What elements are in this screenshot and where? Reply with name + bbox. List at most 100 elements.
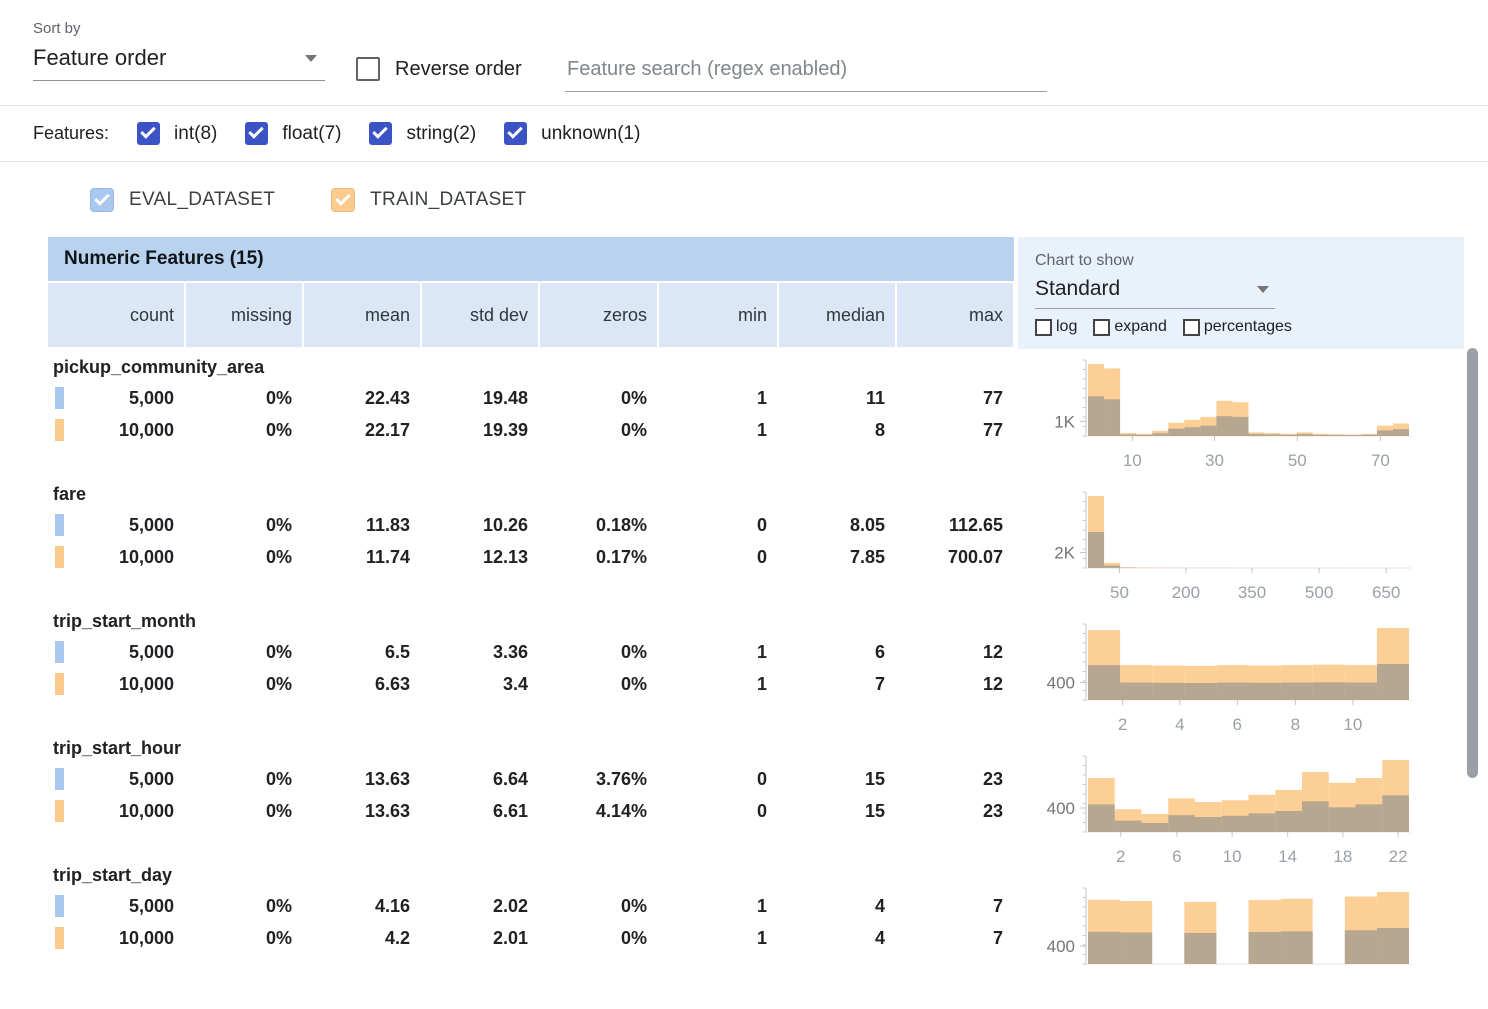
stat-value: 0% <box>266 928 292 949</box>
dataset-swatch-train <box>55 546 64 568</box>
vertical-scrollbar-thumb[interactable] <box>1467 348 1478 778</box>
dataset-checkbox[interactable] <box>331 188 355 212</box>
stat-value: 7.85 <box>850 547 885 568</box>
hist-bar <box>1382 795 1409 832</box>
chart-option[interactable]: percentages <box>1183 318 1292 336</box>
stat-cell: 12.13 <box>422 541 538 573</box>
stat-cell: 7.85 <box>779 541 895 573</box>
overview-main: Numeric Features (15) countmissingmeanst… <box>0 237 1488 1009</box>
svg-text:8: 8 <box>1291 715 1300 734</box>
feature-histogram-block: 1K10305070 <box>1018 354 1464 481</box>
hist-bar <box>1216 416 1232 436</box>
feature-type-filter-item: unknown(1) <box>504 122 640 145</box>
hist-bar <box>1120 933 1152 965</box>
hist-bar <box>1275 811 1302 832</box>
hist-bar <box>1136 435 1152 436</box>
chart-option-checkboxes: log expand percentages <box>1035 318 1464 336</box>
stat-cell: 0% <box>186 541 302 573</box>
hist-bar <box>1088 804 1115 832</box>
stat-value: 7 <box>993 896 1003 917</box>
stat-cell: 6.61 <box>422 795 538 827</box>
stat-cell: 3.4 <box>422 668 538 700</box>
stat-value: 15 <box>865 769 885 790</box>
hist-bar <box>1356 804 1383 832</box>
chart-option[interactable]: log <box>1035 318 1077 336</box>
stat-cell: 10,000 <box>48 795 184 827</box>
feature-type-checkbox[interactable] <box>504 122 527 145</box>
feature-type-checkbox[interactable] <box>245 122 268 145</box>
stat-value: 4 <box>875 928 885 949</box>
stat-value: 0% <box>621 928 647 949</box>
hist-bar <box>1345 435 1361 436</box>
hist-bar <box>1104 399 1120 436</box>
hist-bar <box>1302 801 1329 832</box>
hist-bar <box>1377 928 1409 964</box>
reverse-order-control[interactable]: Reverse order <box>356 57 522 81</box>
chart-option-checkbox[interactable] <box>1093 319 1110 336</box>
svg-text:1K: 1K <box>1054 412 1075 431</box>
hist-bar <box>1142 823 1169 832</box>
chart-controls-panel: Chart to show Standard logexpandpercenta… <box>1018 237 1464 349</box>
stat-cell: 7 <box>897 922 1013 954</box>
hist-bar <box>1377 430 1393 436</box>
checkmark-icon <box>335 190 351 206</box>
stat-cell: 7 <box>897 890 1013 922</box>
numeric-features-table: Numeric Features (15) countmissingmeanst… <box>48 237 1014 984</box>
svg-text:400: 400 <box>1047 674 1075 693</box>
feature-name: trip_start_month <box>48 606 1013 636</box>
stat-cell: 10.26 <box>422 509 538 541</box>
chart-option[interactable]: expand <box>1093 318 1167 336</box>
stat-value: 8.05 <box>850 515 885 536</box>
stat-value: 0% <box>621 642 647 663</box>
histogram-pickup_community_area: 1K10305070 <box>1038 354 1448 472</box>
stat-value: 6.63 <box>375 674 410 695</box>
stat-cell: 15 <box>779 763 895 795</box>
stat-cell: 10,000 <box>48 541 184 573</box>
stat-cell: 0 <box>659 795 777 827</box>
reverse-order-checkbox[interactable] <box>356 57 380 81</box>
feature-name: trip_start_hour <box>48 733 1013 763</box>
feature-type-label: unknown(1) <box>541 123 640 145</box>
feature-name: trip_start_day <box>48 860 1013 890</box>
stat-cell: 0% <box>540 668 657 700</box>
histogram-fare: 2K50200350500650 <box>1038 486 1448 604</box>
row-spacer <box>48 700 1013 730</box>
svg-text:10: 10 <box>1343 715 1362 734</box>
stat-value: 6.64 <box>493 769 528 790</box>
svg-text:400: 400 <box>1047 799 1075 818</box>
chart-type-select[interactable]: Standard <box>1035 270 1275 309</box>
feature-type-checkbox[interactable] <box>137 122 160 145</box>
sort-by-select[interactable]: Feature order <box>33 37 325 81</box>
svg-text:10: 10 <box>1223 847 1242 866</box>
column-header-mean: mean <box>304 283 420 347</box>
feature-type-checkbox[interactable] <box>369 122 392 145</box>
stat-cell: 8 <box>779 414 895 446</box>
stat-cell: 10,000 <box>48 668 184 700</box>
svg-text:4: 4 <box>1175 715 1184 734</box>
stat-value: 0% <box>266 515 292 536</box>
feature-histogram-block: 2K50200350500650 <box>1018 486 1464 613</box>
chart-option-checkbox[interactable] <box>1183 319 1200 336</box>
sort-by-value: Feature order <box>33 45 166 71</box>
dataset-swatch-train <box>55 419 64 441</box>
feature-search-input[interactable] <box>565 54 1047 92</box>
stat-cell: 0% <box>186 509 302 541</box>
stat-value: 77 <box>983 420 1003 441</box>
dataset-checkbox[interactable] <box>90 188 114 212</box>
stat-value: 0% <box>266 674 292 695</box>
stat-cell: 12 <box>897 668 1013 700</box>
stat-cell: 3.36 <box>422 636 538 668</box>
svg-text:2: 2 <box>1118 715 1127 734</box>
stat-value: 6.61 <box>493 801 528 822</box>
feature-histogram-block: 400 <box>1018 882 1464 1009</box>
hist-bar <box>1200 426 1216 436</box>
stat-value: 11.74 <box>366 547 410 568</box>
sort-by-control: Sort by Feature order <box>33 20 325 81</box>
chart-option-checkbox[interactable] <box>1035 319 1052 336</box>
stat-value: 10,000 <box>119 420 174 441</box>
feature-name: pickup_community_area <box>48 352 1013 382</box>
reverse-order-label: Reverse order <box>395 58 522 81</box>
hist-bar <box>1195 817 1222 832</box>
hist-bar <box>1281 683 1313 700</box>
stat-cell: 23 <box>897 795 1013 827</box>
